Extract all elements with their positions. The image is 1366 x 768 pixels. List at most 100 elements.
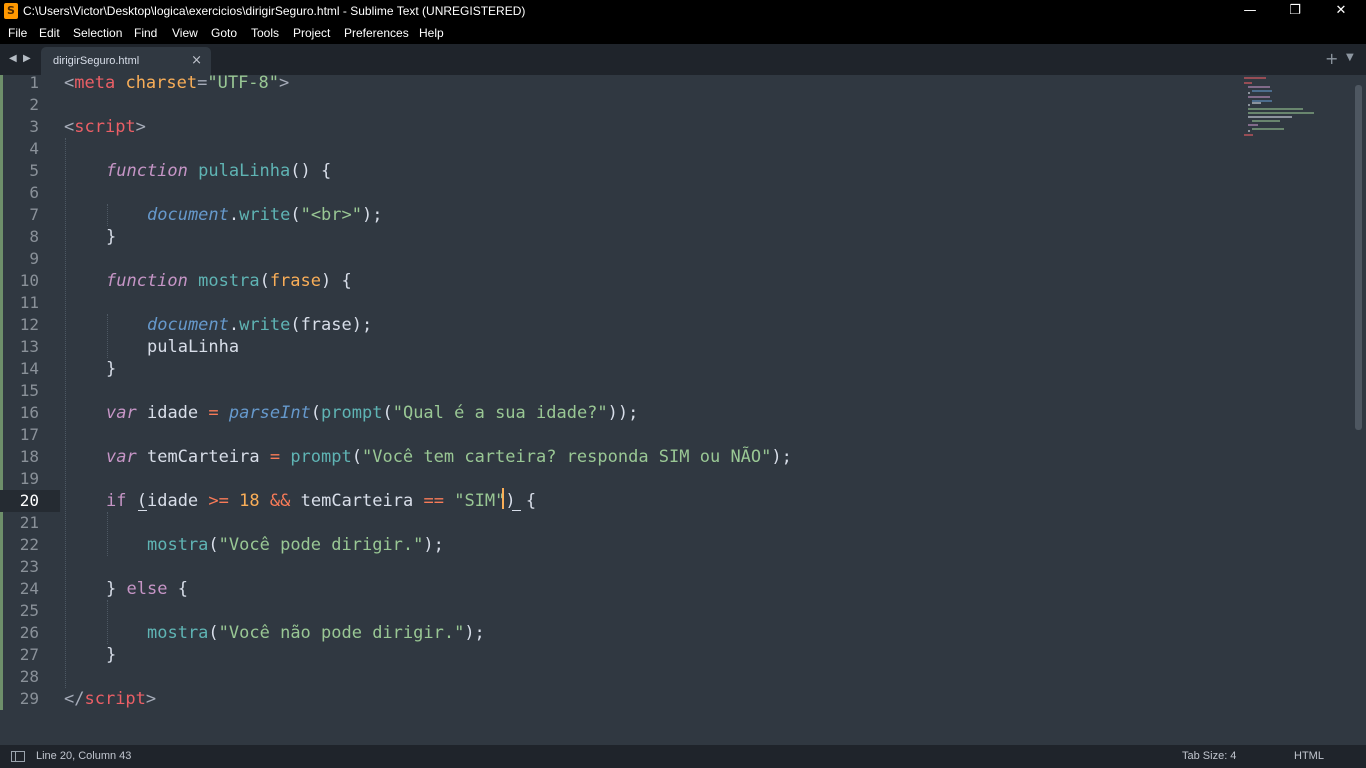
line-number: 15 bbox=[19, 381, 39, 400]
line-number: 4 bbox=[29, 139, 39, 158]
minimap-line bbox=[1244, 82, 1252, 84]
code-line-7: document.write("<br>"); bbox=[147, 204, 382, 226]
status-bar: Line 20, Column 43 Tab Size: 4 HTML bbox=[0, 745, 1366, 768]
code-text: ) { bbox=[321, 271, 352, 291]
syntax-selector[interactable]: HTML bbox=[1294, 750, 1324, 762]
line-number: 24 bbox=[19, 579, 39, 598]
paren: ( bbox=[208, 535, 219, 555]
tag-bracket: > bbox=[279, 73, 290, 93]
window-title: C:\Users\Victor\Desktop\logica\exercicio… bbox=[23, 4, 526, 18]
minimap-line bbox=[1248, 108, 1303, 110]
vertical-scrollbar[interactable] bbox=[1355, 85, 1362, 430]
menu-selection[interactable]: Selection bbox=[73, 26, 122, 40]
operator: >= bbox=[208, 491, 229, 511]
close-button[interactable]: ✕ bbox=[1318, 0, 1364, 22]
minimap-line bbox=[1252, 90, 1272, 92]
operator: = bbox=[269, 447, 281, 467]
code-line-16: var idade = parseInt(prompt("Qual é a su… bbox=[106, 402, 638, 424]
line-number-gutter[interactable]: 1 2 3 4 5 6 7 8 9 10 11 12 13 14 15 16 1… bbox=[0, 73, 60, 745]
code-text: } bbox=[106, 645, 117, 665]
paren: ) bbox=[505, 491, 516, 511]
code-line-14: } bbox=[106, 358, 116, 380]
menu-bar: File Edit Selection Find View Goto Tools… bbox=[0, 22, 1366, 44]
menu-goto[interactable]: Goto bbox=[211, 26, 237, 40]
back-arrow-icon[interactable]: ◀ bbox=[9, 53, 17, 64]
bracket-match-underline bbox=[512, 510, 521, 511]
minimap-line bbox=[1248, 112, 1314, 114]
line-number: 18 bbox=[19, 447, 39, 466]
menu-view[interactable]: View bbox=[172, 26, 198, 40]
tab-menu-chevron-icon[interactable]: ▼ bbox=[1346, 52, 1354, 63]
menu-project[interactable]: Project bbox=[293, 26, 330, 40]
keyword: if bbox=[106, 491, 127, 511]
line-number: 10 bbox=[19, 271, 39, 290]
code-text: )); bbox=[607, 403, 639, 423]
code-text: ); bbox=[464, 623, 485, 643]
operator: && bbox=[269, 491, 291, 511]
close-tab-icon[interactable]: × bbox=[191, 53, 202, 68]
forward-arrow-icon[interactable]: ▶ bbox=[23, 53, 31, 64]
line-number: 27 bbox=[19, 645, 39, 664]
indent-guide bbox=[107, 600, 108, 644]
bracket-match-underline bbox=[138, 510, 147, 511]
minimap-line bbox=[1252, 128, 1284, 130]
code-line-20: if (idade >= 18 && temCarteira == "SIM")… bbox=[106, 490, 536, 512]
code-text: } bbox=[106, 227, 117, 247]
keyword: var bbox=[106, 447, 137, 467]
minimap-line bbox=[1248, 116, 1292, 118]
menu-find[interactable]: Find bbox=[134, 26, 157, 40]
indent-guide bbox=[107, 512, 108, 556]
attribute-value: "UTF-8" bbox=[207, 73, 280, 93]
code-line-26: mostra("Você não pode dirigir."); bbox=[147, 622, 485, 644]
operator: = bbox=[208, 403, 219, 423]
menu-file[interactable]: File bbox=[8, 26, 27, 40]
string-literal: "Você tem carteira? responda SIM ou NÃO" bbox=[361, 447, 772, 467]
tag-name: meta bbox=[74, 73, 116, 93]
brace: { bbox=[177, 579, 188, 599]
minimap-line bbox=[1248, 104, 1250, 106]
editor-area[interactable]: 1 2 3 4 5 6 7 8 9 10 11 12 13 14 15 16 1… bbox=[0, 72, 1366, 745]
minimize-button[interactable]: — bbox=[1227, 0, 1273, 22]
function-call: prompt bbox=[321, 403, 383, 423]
title-bar: S C:\Users\Victor\Desktop\logica\exercic… bbox=[0, 0, 1366, 22]
menu-edit[interactable]: Edit bbox=[39, 26, 60, 40]
tab-size-selector[interactable]: Tab Size: 4 bbox=[1182, 750, 1236, 762]
code-line-22: mostra("Você pode dirigir."); bbox=[147, 534, 444, 556]
cursor-position[interactable]: Line 20, Column 43 bbox=[36, 750, 131, 762]
variable-name: idade bbox=[146, 403, 199, 423]
tab-dirigirseguro[interactable]: dirigirSeguro.html × bbox=[41, 47, 211, 75]
line-number: 6 bbox=[29, 183, 39, 202]
sublime-app-icon[interactable]: S bbox=[4, 3, 18, 19]
panel-toggle-icon[interactable] bbox=[11, 751, 25, 762]
line-number: 17 bbox=[19, 425, 39, 444]
attribute-name: charset bbox=[125, 73, 198, 93]
menu-help[interactable]: Help bbox=[419, 26, 444, 40]
line-number: 16 bbox=[19, 403, 39, 422]
line-number: 1 bbox=[29, 73, 39, 92]
code-line-18: var temCarteira = prompt("Você tem carte… bbox=[106, 446, 792, 468]
paren: ( bbox=[382, 403, 393, 423]
code-line-1: <meta charset="UTF-8"> bbox=[64, 72, 289, 94]
minimap-line bbox=[1244, 77, 1266, 79]
string-literal: "Qual é a sua idade?" bbox=[392, 403, 608, 423]
code-area[interactable]: <meta charset="UTF-8"> <script > function… bbox=[64, 72, 1234, 745]
menu-tools[interactable]: Tools bbox=[251, 26, 279, 40]
keyword: function bbox=[106, 161, 188, 181]
tag-name: script bbox=[74, 117, 136, 137]
minimap[interactable] bbox=[1242, 75, 1352, 155]
string-literal: "<br>" bbox=[300, 205, 362, 225]
restore-button[interactable]: ❐ bbox=[1272, 0, 1318, 22]
code-line-27: } bbox=[106, 644, 116, 666]
tab-bar: ◀ ▶ dirigirSeguro.html × + ▼ bbox=[0, 44, 1366, 75]
string-literal: "Você pode dirigir." bbox=[218, 535, 424, 555]
line-number: 5 bbox=[29, 161, 39, 180]
line-number: 22 bbox=[19, 535, 39, 554]
paren: ( bbox=[136, 491, 147, 511]
new-tab-icon[interactable]: + bbox=[1325, 49, 1338, 68]
paren: ( bbox=[310, 403, 322, 423]
line-number: 23 bbox=[19, 557, 39, 576]
menu-preferences[interactable]: Preferences bbox=[344, 26, 409, 40]
code-text: ); bbox=[771, 447, 792, 467]
tag-bracket: < bbox=[64, 117, 75, 137]
indent-guide bbox=[107, 204, 108, 226]
